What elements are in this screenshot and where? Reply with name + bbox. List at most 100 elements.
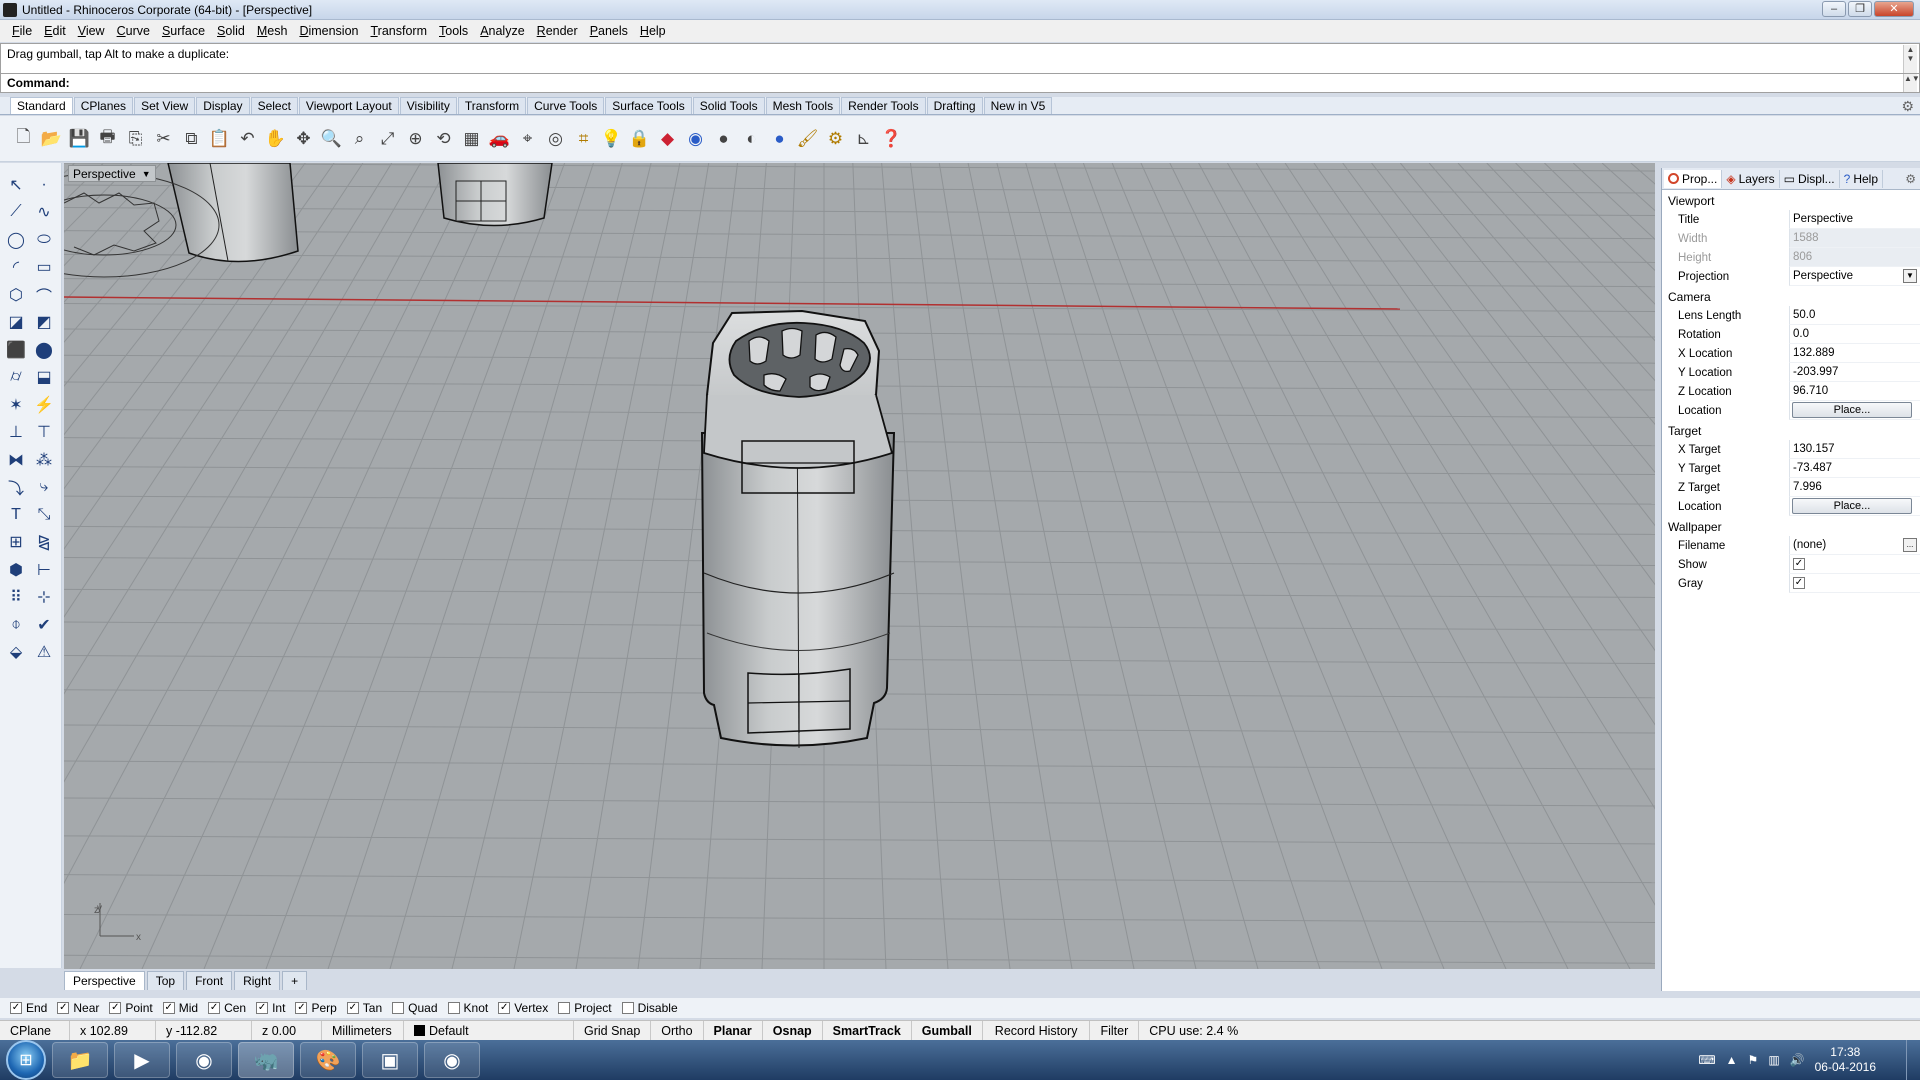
- viewport-menu-arrow-icon[interactable]: ▼: [142, 169, 151, 179]
- sphere-blue-icon[interactable]: ●: [766, 125, 793, 152]
- menu-render[interactable]: Render: [531, 24, 584, 38]
- osnap-cen-checkbox[interactable]: ✓: [208, 1002, 221, 1014]
- network-icon[interactable]: ▥: [1768, 1053, 1779, 1067]
- polyline-icon[interactable]: ⟋: [3, 199, 29, 227]
- osnap-quad[interactable]: Quad: [392, 1001, 438, 1015]
- gray-checkbox[interactable]: ✓: [1793, 577, 1805, 589]
- menu-tools[interactable]: Tools: [433, 24, 474, 38]
- perspective-viewport[interactable]: z y x Perspective ▼: [64, 163, 1655, 969]
- arc-icon[interactable]: ◜: [3, 254, 29, 282]
- check-icon[interactable]: ✔: [31, 611, 57, 639]
- grid-array-icon[interactable]: ⠿: [3, 584, 29, 612]
- undo-view-icon[interactable]: ⟲: [430, 125, 457, 152]
- panel-tab-layers[interactable]: ◈ Layers: [1722, 169, 1780, 188]
- tab-drafting[interactable]: Drafting: [926, 97, 983, 114]
- zoom-extents-icon[interactable]: ⤢: [374, 125, 401, 152]
- menu-help[interactable]: Help: [634, 24, 672, 38]
- paint-icon[interactable]: 🖌: [794, 125, 821, 152]
- new-icon[interactable]: 🗋: [10, 125, 37, 152]
- help-icon[interactable]: ❓: [878, 125, 905, 152]
- menu-panels[interactable]: Panels: [584, 24, 634, 38]
- command-scrollbar[interactable]: ▲▼: [1903, 74, 1920, 92]
- dimension-tool-icon[interactable]: ⊢: [31, 556, 57, 584]
- osnap-knot-checkbox[interactable]: [447, 1002, 460, 1014]
- tab-cplanes[interactable]: CPlanes: [73, 97, 134, 114]
- close-button[interactable]: ✕: [1874, 1, 1914, 17]
- viewport-tab-front[interactable]: Front: [186, 971, 233, 990]
- curve-icon[interactable]: ∿: [31, 199, 57, 227]
- extrude-icon[interactable]: ⬓: [31, 364, 57, 392]
- maximize-button[interactable]: ❐: [1848, 1, 1872, 17]
- tab-solid-tools[interactable]: Solid Tools: [692, 97, 765, 114]
- cplane-icon[interactable]: ⌖: [514, 125, 541, 152]
- grid-icon[interactable]: ▦: [458, 125, 485, 152]
- fillet-curve-icon[interactable]: ⌒: [31, 281, 57, 309]
- browse-button[interactable]: ...: [1903, 538, 1917, 552]
- trim-icon[interactable]: ⊥: [3, 419, 29, 447]
- chrome-icon-2[interactable]: ◉: [424, 1042, 480, 1078]
- media-player-icon[interactable]: ▶: [114, 1042, 170, 1078]
- osnap-mid-checkbox[interactable]: ✓: [162, 1002, 175, 1014]
- select-arrow-icon[interactable]: ↖: [3, 171, 29, 199]
- mirror-icon[interactable]: ⧎: [31, 529, 57, 557]
- ellipse-icon[interactable]: ⬭: [31, 226, 57, 254]
- projection-dropdown[interactable]: Perspective ▼: [1789, 267, 1920, 286]
- tab-select[interactable]: Select: [250, 97, 298, 114]
- status-units[interactable]: Millimeters: [322, 1020, 404, 1041]
- start-button[interactable]: ⊞: [6, 1040, 46, 1080]
- tab-visibility[interactable]: Visibility: [399, 97, 457, 114]
- osnap-perp-checkbox[interactable]: ✓: [295, 1002, 308, 1014]
- chrome-icon[interactable]: ◉: [176, 1042, 232, 1078]
- volume-icon[interactable]: 🔊: [1790, 1053, 1805, 1067]
- osnap-end-checkbox[interactable]: ✓: [10, 1002, 22, 1014]
- explorer-icon[interactable]: 📁: [52, 1042, 108, 1078]
- osnap-int-checkbox[interactable]: ✓: [256, 1002, 269, 1014]
- history-scrollbar[interactable]: ▲ ▼: [1903, 45, 1917, 73]
- menu-surface[interactable]: Surface: [156, 24, 211, 38]
- flag-icon[interactable]: ⚑: [1748, 1053, 1759, 1067]
- zoom-icon[interactable]: 🔍: [318, 125, 345, 152]
- tab-surface-tools[interactable]: Surface Tools: [605, 97, 692, 114]
- osnap-vertex[interactable]: ✓ Vertex: [498, 1001, 548, 1015]
- menu-solid[interactable]: Solid: [211, 24, 251, 38]
- open-icon[interactable]: 📂: [38, 125, 65, 152]
- z-location-value[interactable]: 96.710: [1789, 382, 1920, 401]
- surface-corner-icon[interactable]: ◪: [3, 309, 29, 337]
- tab-render-tools[interactable]: Render Tools: [841, 97, 926, 114]
- minimize-button[interactable]: –: [1822, 1, 1846, 17]
- chamfer-icon[interactable]: ⤷: [31, 474, 57, 502]
- osnap-tan-checkbox[interactable]: ✓: [346, 1002, 359, 1014]
- menu-file[interactable]: File: [6, 24, 38, 38]
- viewport-title[interactable]: Perspective ▼: [68, 165, 156, 182]
- osnap-quad-checkbox[interactable]: [392, 1002, 405, 1014]
- panel-tab-help[interactable]: ? Help: [1840, 169, 1884, 188]
- keyboard-icon[interactable]: ⌨: [1698, 1053, 1715, 1067]
- cylinder-icon[interactable]: ⌭: [3, 364, 29, 392]
- osnap-project-checkbox[interactable]: [558, 1002, 571, 1014]
- polygon-icon[interactable]: ⬡: [3, 281, 29, 309]
- z-target-value[interactable]: 7.996: [1789, 478, 1920, 497]
- boolean-icon[interactable]: ✶: [3, 391, 29, 419]
- main-3d-part[interactable]: [700, 309, 896, 749]
- menu-view[interactable]: View: [72, 24, 111, 38]
- notepad-icon[interactable]: ▣: [362, 1042, 418, 1078]
- cut-icon[interactable]: ✂: [150, 125, 177, 152]
- tab-curve-tools[interactable]: Curve Tools: [527, 97, 605, 114]
- osnap-point-checkbox[interactable]: ✓: [109, 1002, 122, 1014]
- analyze-icon[interactable]: ⌽: [3, 611, 29, 639]
- osnap-near-checkbox[interactable]: ✓: [57, 1002, 70, 1014]
- color-wheel-icon[interactable]: ◉: [682, 125, 709, 152]
- rotation-value[interactable]: 0.0: [1789, 325, 1920, 344]
- y-target-value[interactable]: -73.487: [1789, 459, 1920, 478]
- menu-analyze[interactable]: Analyze: [474, 24, 530, 38]
- car-icon[interactable]: 🚗: [486, 125, 513, 152]
- target-place-button[interactable]: Place...: [1792, 498, 1912, 514]
- rhino-icon[interactable]: 🦏: [238, 1042, 294, 1078]
- tab-new-in-v5[interactable]: New in V5: [983, 97, 1053, 114]
- mesh-icon[interactable]: ⚡: [31, 391, 57, 419]
- undo-icon[interactable]: ↶: [234, 125, 261, 152]
- gumball-icon[interactable]: ⊹: [31, 584, 57, 612]
- tab-transform[interactable]: Transform: [457, 97, 527, 114]
- menu-curve[interactable]: Curve: [111, 24, 156, 38]
- command-line[interactable]: Command: ▲▼: [0, 73, 1920, 93]
